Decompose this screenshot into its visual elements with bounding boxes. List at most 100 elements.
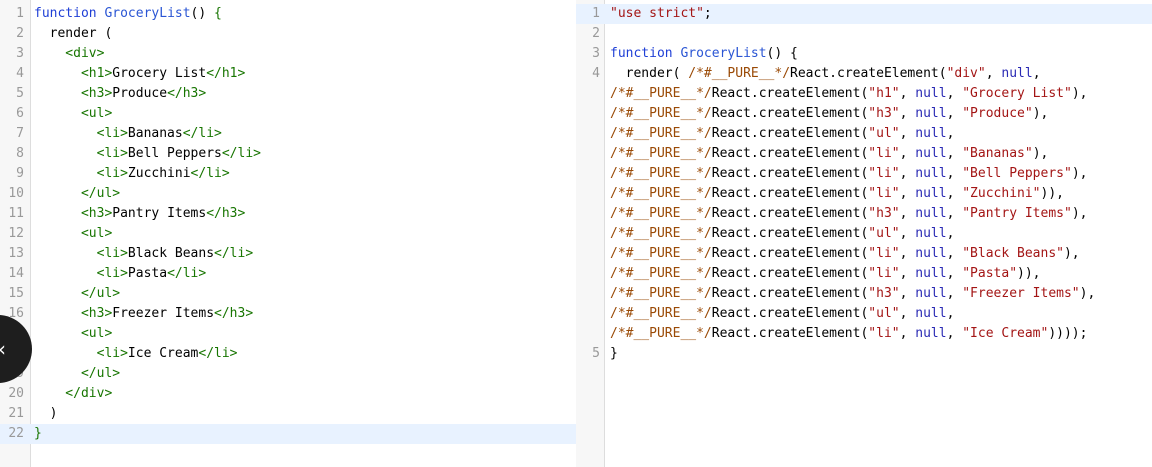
code-text: <ul>: [34, 324, 112, 344]
code-token: ): [34, 406, 58, 421]
right-code-line[interactable]: 2: [576, 24, 1152, 44]
code-token: <li>: [34, 146, 128, 161]
code-token: ),: [1032, 106, 1049, 121]
code-token: /*#__PURE__*/: [610, 166, 712, 181]
code-token: render (: [34, 26, 113, 41]
code-token: React.createElement(: [711, 126, 869, 141]
code-text: render( /*#__PURE__*/React.createElement…: [610, 64, 1041, 84]
left-code-line[interactable]: 20 </div>: [0, 384, 576, 404]
code-token: function: [34, 6, 105, 21]
code-token: "h1": [868, 86, 900, 101]
line-number: 7: [16, 126, 24, 141]
code-text: /*#__PURE__*/React.createElement("li", n…: [610, 244, 1080, 264]
left-code-line[interactable]: 7 <li>Bananas</li>: [0, 124, 576, 144]
code-token: null: [915, 166, 947, 181]
left-code-line[interactable]: 5 <h3>Produce</h3>: [0, 84, 576, 104]
left-code-line[interactable]: 10 </ul>: [0, 184, 576, 204]
line-number: 2: [16, 26, 24, 41]
left-code-line[interactable]: 11 <h3>Pantry Items</h3>: [0, 204, 576, 224]
left-code-line[interactable]: 8 <li>Bell Peppers</li>: [0, 144, 576, 164]
right-code-line[interactable]: /*#__PURE__*/React.createElement("h3", n…: [576, 104, 1152, 124]
code-token: "li": [868, 186, 900, 201]
line-number: 21: [8, 406, 24, 421]
left-code-line[interactable]: 4 <h1>Grocery List</h1>: [0, 64, 576, 84]
code-token: /*#__PURE__*/: [610, 226, 712, 241]
right-code-line[interactable]: 5}: [576, 344, 1152, 364]
left-code-line[interactable]: 14 <li>Pasta</li>: [0, 264, 576, 284]
right-editor-pane[interactable]: 1 "use strict"; 2 3 function GroceryList() {…: [576, 0, 1152, 467]
code-token: /*#__PURE__*/: [688, 66, 791, 81]
right-code-line[interactable]: /*#__PURE__*/React.createElement("ul", n…: [576, 224, 1152, 244]
left-code-line[interactable]: 16 <h3>Freezer Items</h3>: [0, 304, 576, 324]
line-number: 13: [8, 246, 24, 261]
right-code-line[interactable]: /*#__PURE__*/React.createElement("h3", n…: [576, 204, 1152, 224]
right-code-line[interactable]: /*#__PURE__*/React.createElement("h3", n…: [576, 284, 1152, 304]
code-token: </li>: [214, 246, 254, 261]
code-token: "li": [868, 266, 900, 281]
left-code-line[interactable]: 3 <div>: [0, 44, 576, 64]
code-token: ,: [946, 306, 955, 321]
right-code-line[interactable]: /*#__PURE__*/React.createElement("li", n…: [576, 264, 1152, 284]
left-code-line[interactable]: 21 ): [0, 404, 576, 424]
code-text: /*#__PURE__*/React.createElement("li", n…: [610, 144, 1048, 164]
right-code-line[interactable]: /*#__PURE__*/React.createElement("li", n…: [576, 184, 1152, 204]
right-code-line[interactable]: /*#__PURE__*/React.createElement("li", n…: [576, 244, 1152, 264]
right-code-line[interactable]: 4 render( /*#__PURE__*/React.createEleme…: [576, 64, 1152, 84]
line-number: 5: [16, 86, 24, 101]
left-code-line[interactable]: 9 <li>Zucchini</li>: [0, 164, 576, 184]
right-code-line[interactable]: /*#__PURE__*/React.createElement("li", n…: [576, 164, 1152, 184]
left-code-line[interactable]: 13 <li>Black Beans</li>: [0, 244, 576, 264]
code-token: <h3>: [34, 306, 113, 321]
left-code-line[interactable]: 17 <ul>: [0, 324, 576, 344]
code-text: <h3>Freezer Items</h3>: [34, 304, 253, 324]
code-token: </ul>: [34, 186, 121, 201]
code-text: /*#__PURE__*/React.createElement("li", n…: [610, 184, 1064, 204]
code-token: <li>: [34, 246, 128, 261]
right-code-line[interactable]: /*#__PURE__*/React.createElement("h1", n…: [576, 84, 1152, 104]
right-code-line[interactable]: /*#__PURE__*/React.createElement("li", n…: [576, 144, 1152, 164]
left-code-line[interactable]: 18 <li>Ice Cream</li>: [0, 344, 576, 364]
left-code-line[interactable]: 6 <ul>: [0, 104, 576, 124]
code-token: ,: [946, 206, 963, 221]
code-token: null: [915, 246, 947, 261]
code-token: "Pasta": [962, 266, 1018, 281]
code-token: "use strict": [610, 6, 704, 21]
code-token: </li>: [182, 126, 222, 141]
left-code-line[interactable]: 1 function GroceryList() {: [0, 4, 576, 24]
code-text: </ul>: [34, 284, 120, 304]
left-code-line[interactable]: 15 </ul>: [0, 284, 576, 304]
code-token: Grocery List: [112, 66, 207, 81]
code-token: </li>: [167, 266, 207, 281]
code-token: ,: [899, 186, 916, 201]
code-token: ;: [703, 6, 712, 21]
code-text: </div>: [34, 384, 112, 404]
code-text: <ul>: [34, 224, 112, 244]
right-code-line[interactable]: 1 "use strict";: [576, 4, 1152, 24]
code-token: </ul>: [34, 366, 121, 381]
code-token: null: [915, 286, 947, 301]
code-token: ,: [899, 246, 916, 261]
left-code-line[interactable]: 22}: [0, 424, 576, 444]
code-token: </h1>: [206, 66, 246, 81]
code-token: "Freezer Items": [962, 286, 1080, 301]
code-token: React.createElement(: [711, 266, 869, 281]
left-code-lines: 1 function GroceryList() {2 render (3 <di…: [0, 0, 576, 444]
code-token: )),: [1040, 186, 1064, 201]
left-code-line[interactable]: 19 </ul>: [0, 364, 576, 384]
right-code-line[interactable]: /*#__PURE__*/React.createElement("ul", n…: [576, 124, 1152, 144]
right-code-line[interactable]: 3 function GroceryList() {: [576, 44, 1152, 64]
code-token: </li>: [198, 346, 238, 361]
right-code-line[interactable]: /*#__PURE__*/React.createElement("ul", n…: [576, 304, 1152, 324]
line-number: 14: [8, 266, 24, 281]
left-code-line[interactable]: 2 render (: [0, 24, 576, 44]
code-token: ,: [899, 106, 916, 121]
code-token: <li>: [34, 166, 128, 181]
code-token: ,: [985, 66, 1002, 81]
code-token: ,: [946, 246, 963, 261]
code-text: /*#__PURE__*/React.createElement("h3", n…: [610, 204, 1087, 224]
left-editor-pane[interactable]: 1 function GroceryList() {2 render (3 <di…: [0, 0, 576, 467]
code-token: ,: [946, 146, 963, 161]
right-code-line[interactable]: /*#__PURE__*/React.createElement("li", n…: [576, 324, 1152, 344]
code-token: /*#__PURE__*/: [610, 126, 712, 141]
left-code-line[interactable]: 12 <ul>: [0, 224, 576, 244]
